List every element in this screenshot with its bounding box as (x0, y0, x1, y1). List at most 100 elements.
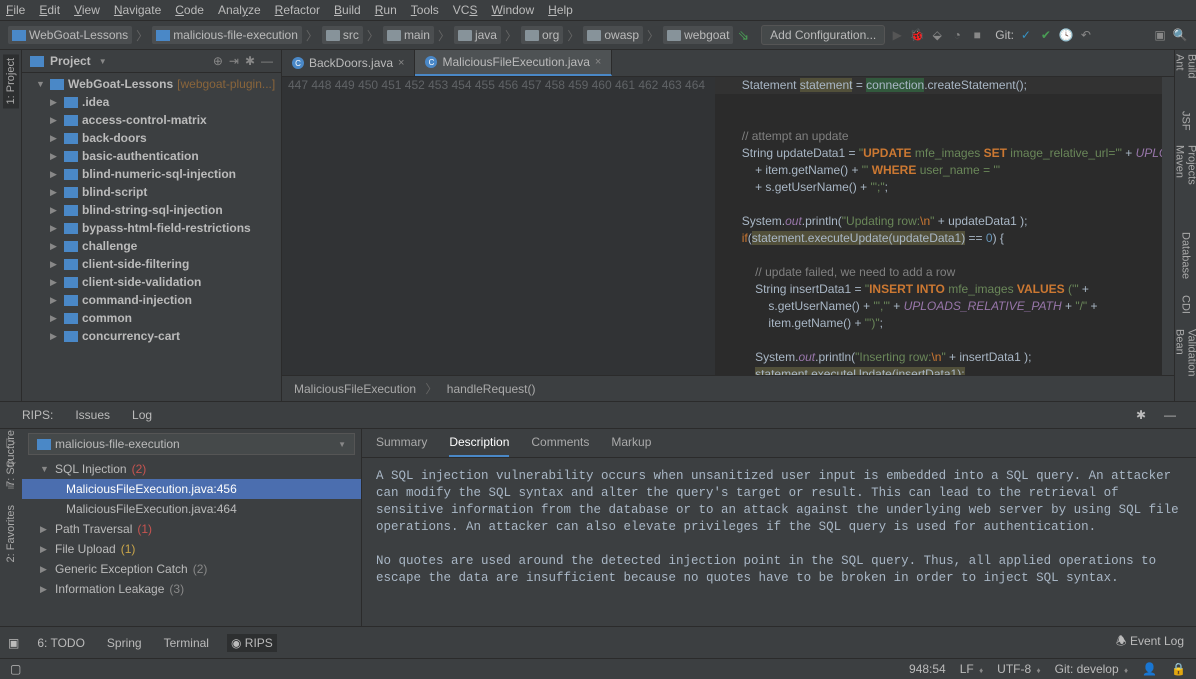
scroll-from-source-icon[interactable]: ⊕ (213, 54, 223, 68)
menu-window[interactable]: Window (491, 3, 534, 17)
tree-item[interactable]: ▶client-side-validation (22, 273, 281, 291)
right-tool-tab[interactable]: CDI (1180, 295, 1192, 314)
rips-description-text[interactable]: A SQL injection vulnerability occurs whe… (362, 458, 1196, 626)
tree-item[interactable]: ▶blind-numeric-sql-injection (22, 165, 281, 183)
tree-item[interactable]: ▶blind-script (22, 183, 281, 201)
tree-item[interactable]: ▶bypass-html-field-restrictions (22, 219, 281, 237)
bottom-tool-tab[interactable]: Terminal (160, 634, 213, 652)
project-view-dropdown[interactable]: ▼ (99, 57, 107, 66)
tree-item[interactable]: ▶client-side-filtering (22, 255, 281, 273)
rips-issue-row[interactable]: MaliciousFileExecution.java:464 (22, 499, 361, 519)
menu-code[interactable]: Code (175, 3, 204, 17)
bottom-tool-tab[interactable]: ◉ RIPS (227, 634, 277, 652)
menu-vcs[interactable]: VCS (453, 3, 478, 17)
rips-detail-tab[interactable]: Comments (531, 429, 589, 457)
breadcrumb-item[interactable]: src (322, 26, 363, 44)
code-editor[interactable]: 447 448 449 450 451 452 453 454 455 456 … (282, 77, 1174, 375)
right-tool-tab[interactable]: Database (1180, 232, 1192, 279)
right-tool-tab[interactable]: Bean Validation (1174, 329, 1196, 401)
collapse-all-icon[interactable]: ⇥ (229, 54, 239, 68)
structure-tool-tab[interactable]: 7: Structure (5, 430, 17, 487)
build-icon[interactable]: ⇘ (737, 27, 749, 44)
close-icon[interactable]: × (398, 57, 404, 69)
tree-item[interactable]: ▶challenge (22, 237, 281, 255)
rips-detail-tab[interactable]: Summary (376, 429, 427, 457)
editor-tab[interactable]: CMaliciousFileExecution.java× (415, 50, 612, 76)
debug-icon[interactable]: 🐞 (909, 27, 925, 43)
right-tool-tab[interactable]: JSF (1180, 111, 1192, 131)
rips-issue-row[interactable]: ▶Generic Exception Catch (2) (22, 559, 361, 579)
menu-run[interactable]: Run (375, 3, 397, 17)
menu-build[interactable]: Build (334, 3, 361, 17)
tree-item[interactable]: ▶common (22, 309, 281, 327)
menu-refactor[interactable]: Refactor (275, 3, 320, 17)
bottom-tool-tab[interactable]: 6: TODO (33, 634, 89, 652)
menu-navigate[interactable]: Navigate (114, 3, 161, 17)
git-history-icon[interactable]: 🕓 (1058, 27, 1074, 43)
rips-log-tab[interactable]: Log (130, 404, 154, 426)
editor-tab[interactable]: CBackDoors.java× (282, 50, 415, 76)
git-revert-icon[interactable]: ↶ (1078, 27, 1094, 43)
breadcrumb-item[interactable]: owasp (583, 26, 643, 44)
right-tool-tab[interactable]: Maven Projects (1174, 145, 1196, 217)
add-configuration-button[interactable]: Add Configuration... (761, 25, 885, 45)
menu-help[interactable]: Help (548, 3, 573, 17)
breadcrumb-item[interactable]: org (521, 26, 563, 44)
inspection-icon[interactable]: 👤 (1142, 662, 1157, 676)
error-stripe[interactable] (1162, 77, 1174, 375)
tree-item[interactable]: ▶concurrency-cart (22, 327, 281, 345)
lock-icon[interactable]: 🔒 (1171, 662, 1186, 676)
git-commit-icon[interactable]: ✔ (1038, 27, 1054, 43)
breadcrumb-item[interactable]: java (454, 26, 501, 44)
menu-file[interactable]: File (6, 3, 25, 17)
run-icon[interactable]: ▶ (889, 27, 905, 43)
project-tool-tab[interactable]: 1: Project (3, 54, 19, 108)
tree-item[interactable]: ▶basic-authentication (22, 147, 281, 165)
rips-issue-row[interactable]: ▶Path Traversal (1) (22, 519, 361, 539)
tree-item[interactable]: ▶access-control-matrix (22, 111, 281, 129)
favorites-tool-tab[interactable]: 2: Favorites (5, 505, 17, 562)
ide-settings-icon[interactable]: ▣ (1152, 27, 1168, 43)
rips-issue-row[interactable]: ▶Information Leakage (3) (22, 579, 361, 599)
tool-windows-icon[interactable]: ▣ (8, 636, 19, 650)
rips-issue-row[interactable]: ▶File Upload (1) (22, 539, 361, 559)
rips-settings-icon[interactable]: ✱ (1136, 408, 1146, 422)
breadcrumb-item[interactable]: WebGoat-Lessons (8, 26, 132, 44)
close-icon[interactable]: × (595, 56, 601, 68)
rips-issue-row[interactable]: MaliciousFileExecution.java:456 (22, 479, 361, 499)
rips-issue-row[interactable]: ▼SQL Injection (2) (22, 459, 361, 479)
rips-issues-tab[interactable]: Issues (73, 404, 112, 426)
tree-item[interactable]: ▶back-doors (22, 129, 281, 147)
tree-item[interactable]: ▶blind-string-sql-injection (22, 201, 281, 219)
stop-icon[interactable]: ■ (969, 27, 985, 43)
tree-item[interactable]: ▶.idea (22, 93, 281, 111)
profile-icon[interactable]: ◔ (949, 27, 965, 43)
rips-detail-tab[interactable]: Markup (611, 429, 651, 457)
coverage-icon[interactable]: ⬙ (929, 27, 945, 43)
rips-project-dropdown[interactable]: malicious-file-execution ▼ (28, 433, 355, 455)
breadcrumb-item[interactable]: main (383, 26, 434, 44)
tree-root[interactable]: ▼WebGoat-Lessons [webgoat-plugin...] (22, 75, 281, 93)
event-log-button[interactable]: 🕭 Event Log (1112, 630, 1188, 655)
menu-view[interactable]: View (74, 3, 100, 17)
rips-detail-tab[interactable]: Description (449, 429, 509, 457)
rips-issue-tree[interactable]: ▼SQL Injection (2)MaliciousFileExecution… (22, 459, 361, 626)
search-everywhere-icon[interactable]: 🔍 (1172, 27, 1188, 43)
file-encoding[interactable]: UTF-8 ♦ (997, 662, 1040, 676)
editor-breadcrumb[interactable]: MaliciousFileExecution 〉 handleRequest() (282, 375, 1174, 401)
settings-icon[interactable]: ✱ (245, 54, 255, 68)
tree-item[interactable]: ▶command-injection (22, 291, 281, 309)
cursor-position[interactable]: 948:54 (909, 662, 946, 676)
crumb-method[interactable]: handleRequest() (447, 382, 536, 396)
menu-edit[interactable]: Edit (39, 3, 60, 17)
git-branch[interactable]: Git: develop ♦ (1055, 662, 1128, 676)
hide-icon[interactable]: — (261, 54, 273, 68)
status-toggle-icon[interactable]: ▢ (10, 662, 21, 676)
breadcrumb-item[interactable]: malicious-file-execution (152, 26, 302, 44)
bottom-tool-tab[interactable]: Spring (103, 634, 146, 652)
line-separator[interactable]: LF ♦ (960, 662, 983, 676)
code-content[interactable]: Statement statement = connection.createS… (715, 77, 1162, 375)
crumb-class[interactable]: MaliciousFileExecution (294, 382, 416, 396)
menu-tools[interactable]: Tools (411, 3, 439, 17)
rips-hide-icon[interactable]: — (1164, 408, 1176, 422)
